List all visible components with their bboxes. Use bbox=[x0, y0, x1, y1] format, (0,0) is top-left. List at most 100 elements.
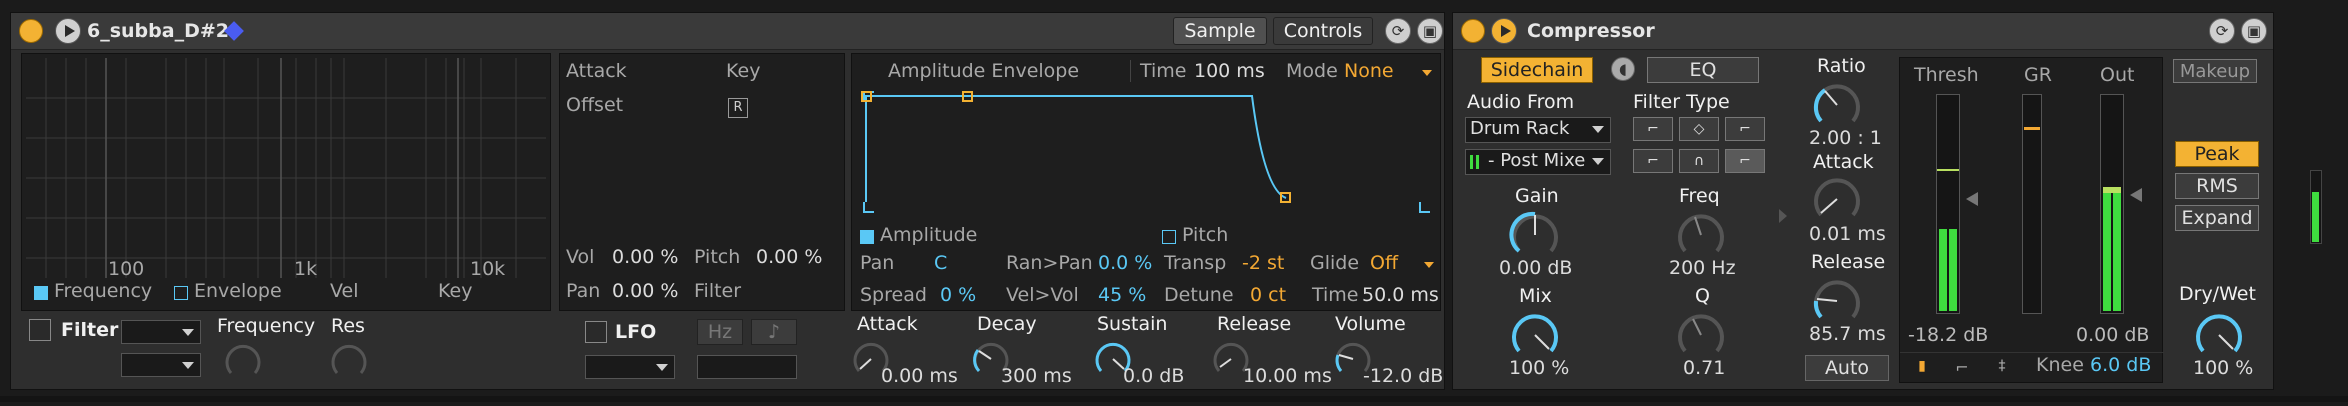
lfo-label: LFO bbox=[615, 321, 657, 343]
meter-bottom-divider bbox=[1900, 352, 2164, 353]
activity-view-icon[interactable]: ‡ bbox=[1990, 358, 2014, 378]
expand-arrow-icon[interactable] bbox=[1779, 209, 1787, 223]
glide-dropdown-arrow-icon[interactable] bbox=[1424, 262, 1434, 268]
pitch-label: Pitch bbox=[694, 246, 741, 268]
lfo-waveform-dropdown[interactable] bbox=[585, 355, 675, 379]
save-preset-icon[interactable]: ▣ bbox=[1417, 18, 1443, 44]
pitch-env-label: Pitch bbox=[1182, 224, 1229, 246]
filter-lowpass-button[interactable]: ⌐ bbox=[1633, 117, 1673, 141]
filter-slope-dropdown[interactable] bbox=[121, 353, 201, 377]
lfo-sync-button[interactable]: ♪ bbox=[751, 319, 797, 345]
envelope-legend-checkbox[interactable] bbox=[174, 286, 188, 300]
compressor-save-icon[interactable]: ▣ bbox=[2241, 18, 2267, 44]
q-knob[interactable] bbox=[1675, 309, 1727, 361]
filter-frequency-knob[interactable] bbox=[223, 341, 263, 381]
modulation-panel: Attack Key Offset R Vol 0.00 % Pitch 0.0… bbox=[559, 53, 845, 311]
eq-toggle[interactable]: EQ bbox=[1647, 57, 1759, 83]
out-meter bbox=[2100, 94, 2124, 314]
compressor-power-button[interactable] bbox=[1461, 19, 1485, 43]
filter-peak-button[interactable]: ∩ bbox=[1679, 149, 1719, 173]
pan-value[interactable]: 0.00 % bbox=[612, 280, 678, 302]
out-marker-icon[interactable] bbox=[2130, 188, 2142, 202]
env-pan-value[interactable]: C bbox=[934, 252, 947, 274]
sampler-play-button[interactable] bbox=[55, 18, 81, 44]
header-divider bbox=[1130, 60, 1131, 82]
ratio-knob[interactable] bbox=[1811, 79, 1863, 131]
mod-key-label: Key bbox=[726, 60, 761, 82]
mix-knob[interactable] bbox=[1509, 309, 1561, 361]
out-label: Out bbox=[2100, 64, 2135, 86]
sidechain-toggle[interactable]: Sidechain bbox=[1481, 57, 1593, 83]
filter-highpass-button[interactable]: ⌐ bbox=[1725, 117, 1765, 141]
lfo-rate-field[interactable] bbox=[697, 355, 797, 379]
audio-tap-dropdown[interactable]: - Post Mixe bbox=[1465, 149, 1611, 175]
filter-frequency-graph[interactable] bbox=[26, 58, 546, 278]
pitch-value[interactable]: 0.00 % bbox=[756, 246, 822, 268]
device-chain-scrollbar[interactable] bbox=[0, 396, 2348, 402]
glide-value[interactable]: Off bbox=[1370, 252, 1398, 274]
tab-sample[interactable]: Sample bbox=[1173, 17, 1267, 45]
comp-release-knob[interactable] bbox=[1811, 275, 1863, 327]
level-view-icon[interactable]: ▮ bbox=[1910, 358, 1934, 378]
filter-enable-checkbox[interactable] bbox=[29, 319, 51, 341]
env-time-value[interactable]: 100 ms bbox=[1194, 60, 1265, 82]
glide-time-label: Time bbox=[1312, 284, 1359, 306]
gain-knob[interactable] bbox=[1509, 209, 1561, 261]
compressor-hotswap-icon[interactable]: ⟳ bbox=[2209, 18, 2235, 44]
expand-mode-button[interactable]: Expand bbox=[2175, 205, 2259, 231]
filter-lowshelf-button[interactable]: ⌐ bbox=[1633, 149, 1673, 173]
pitch-env-checkbox[interactable] bbox=[1162, 230, 1176, 244]
makeup-button[interactable]: Makeup bbox=[2173, 59, 2257, 83]
thresh-value[interactable]: -18.2 dB bbox=[1908, 324, 1988, 346]
lfo-enable-checkbox[interactable] bbox=[585, 321, 607, 343]
envelope-display[interactable] bbox=[860, 90, 1434, 214]
transp-value[interactable]: -2 st bbox=[1242, 252, 1284, 274]
filter-res-knob[interactable] bbox=[329, 341, 369, 381]
headphones-icon[interactable]: ◖ bbox=[1611, 57, 1635, 81]
auto-release-button[interactable]: Auto bbox=[1805, 355, 1889, 381]
amplitude-checkbox[interactable] bbox=[860, 230, 874, 244]
freq-knob[interactable] bbox=[1675, 209, 1727, 261]
lfo-hz-button[interactable]: Hz bbox=[697, 319, 743, 345]
filter-bandpass-button[interactable]: ◇ bbox=[1679, 117, 1719, 141]
vol-value[interactable]: 0.00 % bbox=[612, 246, 678, 268]
amplitude-label: Amplitude bbox=[880, 224, 978, 246]
comp-attack-label: Attack bbox=[1813, 151, 1874, 173]
retrigger-button[interactable]: R bbox=[728, 98, 748, 118]
sampler-power-button[interactable] bbox=[19, 19, 43, 43]
tick-100: 100 bbox=[108, 258, 145, 280]
pan-label: Pan bbox=[566, 280, 601, 302]
knee-value[interactable]: 6.0 dB bbox=[2090, 354, 2151, 376]
out-meter-fill bbox=[2103, 191, 2111, 311]
hotswap-icon[interactable]: ⟳ bbox=[1385, 18, 1411, 44]
mix-label: Mix bbox=[1519, 285, 1552, 307]
filter-highshelf-button[interactable]: ⌐ bbox=[1725, 149, 1765, 173]
tab-controls[interactable]: Controls bbox=[1273, 17, 1373, 45]
gain-label: Gain bbox=[1515, 185, 1559, 207]
velvol-value[interactable]: 45 % bbox=[1098, 284, 1146, 306]
env-pan-label: Pan bbox=[860, 252, 895, 274]
curve-view-icon[interactable]: ⌐ bbox=[1950, 358, 1974, 378]
spread-value[interactable]: 0 % bbox=[940, 284, 976, 306]
adsr-release-value: 10.00 ms bbox=[1243, 365, 1332, 387]
ranpan-value[interactable]: 0.0 % bbox=[1098, 252, 1152, 274]
filter-type-dropdown[interactable] bbox=[121, 320, 201, 344]
detune-value[interactable]: 0 ct bbox=[1250, 284, 1286, 306]
frequency-legend-checkbox[interactable] bbox=[34, 286, 48, 300]
glide-time-value[interactable]: 50.0 ms bbox=[1362, 284, 1439, 306]
compressor-play-button[interactable] bbox=[1491, 18, 1517, 44]
sampler-device: 6_subba_D#2 Sample Controls ⟳ ▣ 100 1k 1… bbox=[10, 12, 1445, 390]
out-meter-fill-2 bbox=[2113, 191, 2121, 311]
comp-attack-knob[interactable] bbox=[1811, 173, 1863, 225]
drywet-knob[interactable] bbox=[2193, 309, 2245, 361]
peak-mode-button[interactable]: Peak bbox=[2175, 141, 2259, 167]
rms-mode-button[interactable]: RMS bbox=[2175, 173, 2259, 199]
env-mode-value[interactable]: None bbox=[1344, 60, 1394, 82]
thresh-meter[interactable] bbox=[1936, 94, 1960, 314]
mode-dropdown-arrow-icon[interactable] bbox=[1422, 70, 1432, 76]
thresh-marker-icon[interactable] bbox=[1966, 192, 1978, 206]
audio-from-dropdown[interactable]: Drum Rack bbox=[1465, 117, 1611, 143]
out-value[interactable]: 0.00 dB bbox=[2076, 324, 2149, 346]
drywet-label: Dry/Wet bbox=[2179, 283, 2256, 305]
ranpan-label: Ran>Pan bbox=[1006, 252, 1093, 274]
